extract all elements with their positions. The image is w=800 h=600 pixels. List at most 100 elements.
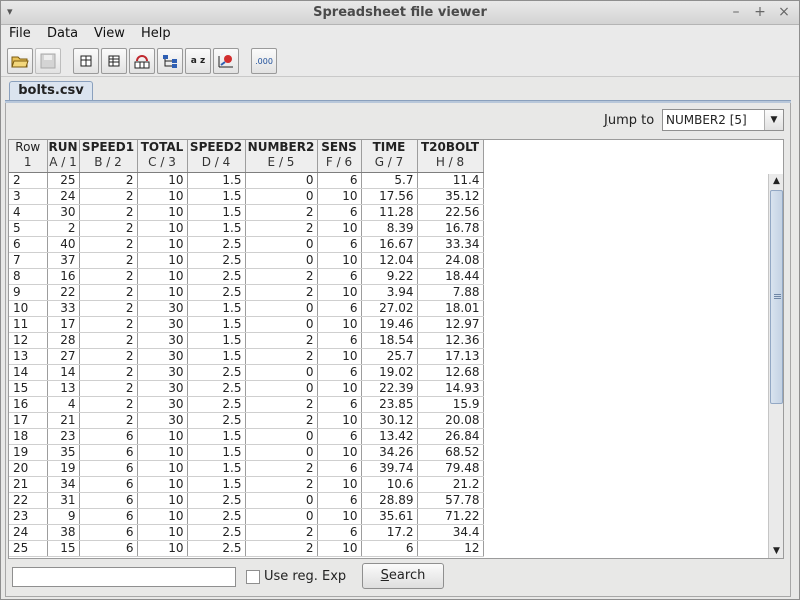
cell-sens[interactable]: 6 — [317, 172, 362, 189]
cell-sens[interactable]: 6 — [317, 300, 362, 317]
cell-speed1[interactable]: 2 — [79, 204, 138, 221]
cell-speed1[interactable]: 6 — [79, 428, 138, 445]
cell-total[interactable]: 10 — [137, 188, 188, 205]
cell-number2[interactable]: 0 — [245, 252, 318, 269]
cell-run[interactable]: 33 — [47, 300, 80, 317]
cell-sens[interactable]: 10 — [317, 444, 362, 461]
cell-speed2[interactable]: 1.5 — [187, 188, 246, 205]
save-button[interactable] — [35, 48, 61, 74]
table-row[interactable]: 22 31 6 10 2.5 0 6 28.89 57.78 — [9, 492, 484, 509]
cell-row-number[interactable]: 12 — [9, 332, 48, 349]
cell-speed1[interactable]: 2 — [79, 412, 138, 429]
cell-sens[interactable]: 6 — [317, 396, 362, 413]
cell-t20bolt[interactable]: 16.78 — [417, 220, 484, 237]
cell-row-number[interactable]: 22 — [9, 492, 48, 509]
cell-sens[interactable]: 6 — [317, 428, 362, 445]
cell-time[interactable]: 6 — [361, 540, 418, 557]
chart-button[interactable] — [213, 48, 239, 74]
cell-row-number[interactable]: 24 — [9, 524, 48, 541]
cell-total[interactable]: 10 — [137, 236, 188, 253]
cell-speed2[interactable]: 2.5 — [187, 412, 246, 429]
cell-t20bolt[interactable]: 12 — [417, 540, 484, 557]
cell-total[interactable]: 30 — [137, 364, 188, 381]
header-speed2[interactable]: SPEED2 D / 4 — [187, 140, 246, 173]
cell-total[interactable]: 10 — [137, 444, 188, 461]
cell-run[interactable]: 13 — [47, 380, 80, 397]
cell-total[interactable]: 10 — [137, 492, 188, 509]
cell-t20bolt[interactable]: 12.36 — [417, 332, 484, 349]
table-row[interactable]: 23 9 6 10 2.5 0 10 35.61 71.22 — [9, 508, 484, 525]
group-button[interactable] — [129, 48, 155, 74]
table-row[interactable]: 7 37 2 10 2.5 0 10 12.04 24.08 — [9, 252, 484, 269]
cell-number2[interactable]: 2 — [245, 396, 318, 413]
cell-row-number[interactable]: 2 — [9, 172, 48, 189]
header-t20bolt[interactable]: T20BOLT H / 8 — [417, 140, 484, 173]
cell-row-number[interactable]: 20 — [9, 460, 48, 477]
table-row[interactable]: 10 33 2 30 1.5 0 6 27.02 18.01 — [9, 300, 484, 317]
search-input[interactable] — [12, 567, 236, 587]
cell-speed2[interactable]: 2.5 — [187, 236, 246, 253]
cell-speed1[interactable]: 2 — [79, 172, 138, 189]
cell-row-number[interactable]: 14 — [9, 364, 48, 381]
cell-time[interactable]: 19.02 — [361, 364, 418, 381]
cell-run[interactable]: 31 — [47, 492, 80, 509]
cell-time[interactable]: 28.89 — [361, 492, 418, 509]
cell-speed2[interactable]: 1.5 — [187, 460, 246, 477]
cell-number2[interactable]: 0 — [245, 444, 318, 461]
cell-sens[interactable]: 6 — [317, 268, 362, 285]
cell-number2[interactable]: 2 — [245, 204, 318, 221]
cell-sens[interactable]: 10 — [317, 220, 362, 237]
cell-t20bolt[interactable]: 24.08 — [417, 252, 484, 269]
cell-row-number[interactable]: 23 — [9, 508, 48, 525]
cell-number2[interactable]: 0 — [245, 364, 318, 381]
cell-speed2[interactable]: 1.5 — [187, 300, 246, 317]
cell-time[interactable]: 19.46 — [361, 316, 418, 333]
cell-run[interactable]: 38 — [47, 524, 80, 541]
rows-button[interactable] — [101, 48, 127, 74]
header-speed1[interactable]: SPEED1 B / 2 — [79, 140, 138, 173]
cell-total[interactable]: 10 — [137, 476, 188, 493]
cell-t20bolt[interactable]: 18.44 — [417, 268, 484, 285]
table-row[interactable]: 20 19 6 10 1.5 2 6 39.74 79.48 — [9, 460, 484, 477]
table-row[interactable]: 18 23 6 10 1.5 0 6 13.42 26.84 — [9, 428, 484, 445]
cell-speed1[interactable]: 6 — [79, 444, 138, 461]
table-row[interactable]: 15 13 2 30 2.5 0 10 22.39 14.93 — [9, 380, 484, 397]
cell-run[interactable]: 4 — [47, 396, 80, 413]
cell-speed2[interactable]: 2.5 — [187, 540, 246, 557]
cell-time[interactable]: 17.2 — [361, 524, 418, 541]
cell-speed2[interactable]: 2.5 — [187, 364, 246, 381]
cell-run[interactable]: 35 — [47, 444, 80, 461]
cell-number2[interactable]: 2 — [245, 268, 318, 285]
header-sens[interactable]: SENS F / 6 — [317, 140, 362, 173]
cell-total[interactable]: 10 — [137, 524, 188, 541]
cell-t20bolt[interactable]: 15.9 — [417, 396, 484, 413]
search-button[interactable]: Search — [362, 563, 444, 589]
cell-run[interactable]: 25 — [47, 172, 80, 189]
cell-run[interactable]: 17 — [47, 316, 80, 333]
cell-speed2[interactable]: 2.5 — [187, 524, 246, 541]
cell-speed2[interactable]: 1.5 — [187, 476, 246, 493]
table-row[interactable]: 11 17 2 30 1.5 0 10 19.46 12.97 — [9, 316, 484, 333]
cell-t20bolt[interactable]: 21.2 — [417, 476, 484, 493]
cell-row-number[interactable]: 10 — [9, 300, 48, 317]
header-number2[interactable]: NUMBER2 E / 5 — [245, 140, 318, 173]
cell-speed2[interactable]: 1.5 — [187, 332, 246, 349]
cell-t20bolt[interactable]: 33.34 — [417, 236, 484, 253]
cell-speed1[interactable]: 6 — [79, 476, 138, 493]
cell-time[interactable]: 22.39 — [361, 380, 418, 397]
table-row[interactable]: 9 22 2 10 2.5 2 10 3.94 7.88 — [9, 284, 484, 301]
table-row[interactable]: 19 35 6 10 1.5 0 10 34.26 68.52 — [9, 444, 484, 461]
cell-speed2[interactable]: 1.5 — [187, 316, 246, 333]
cell-speed1[interactable]: 2 — [79, 364, 138, 381]
cell-number2[interactable]: 2 — [245, 284, 318, 301]
cell-row-number[interactable]: 19 — [9, 444, 48, 461]
cell-total[interactable]: 10 — [137, 172, 188, 189]
cell-t20bolt[interactable]: 11.4 — [417, 172, 484, 189]
cell-time[interactable]: 9.22 — [361, 268, 418, 285]
cell-number2[interactable]: 0 — [245, 508, 318, 525]
cell-t20bolt[interactable]: 14.93 — [417, 380, 484, 397]
header-row-number[interactable]: Row 1 — [9, 140, 48, 173]
chevron-down-icon[interactable]: ▼ — [764, 110, 783, 130]
cell-speed2[interactable]: 2.5 — [187, 396, 246, 413]
cell-time[interactable]: 8.39 — [361, 220, 418, 237]
